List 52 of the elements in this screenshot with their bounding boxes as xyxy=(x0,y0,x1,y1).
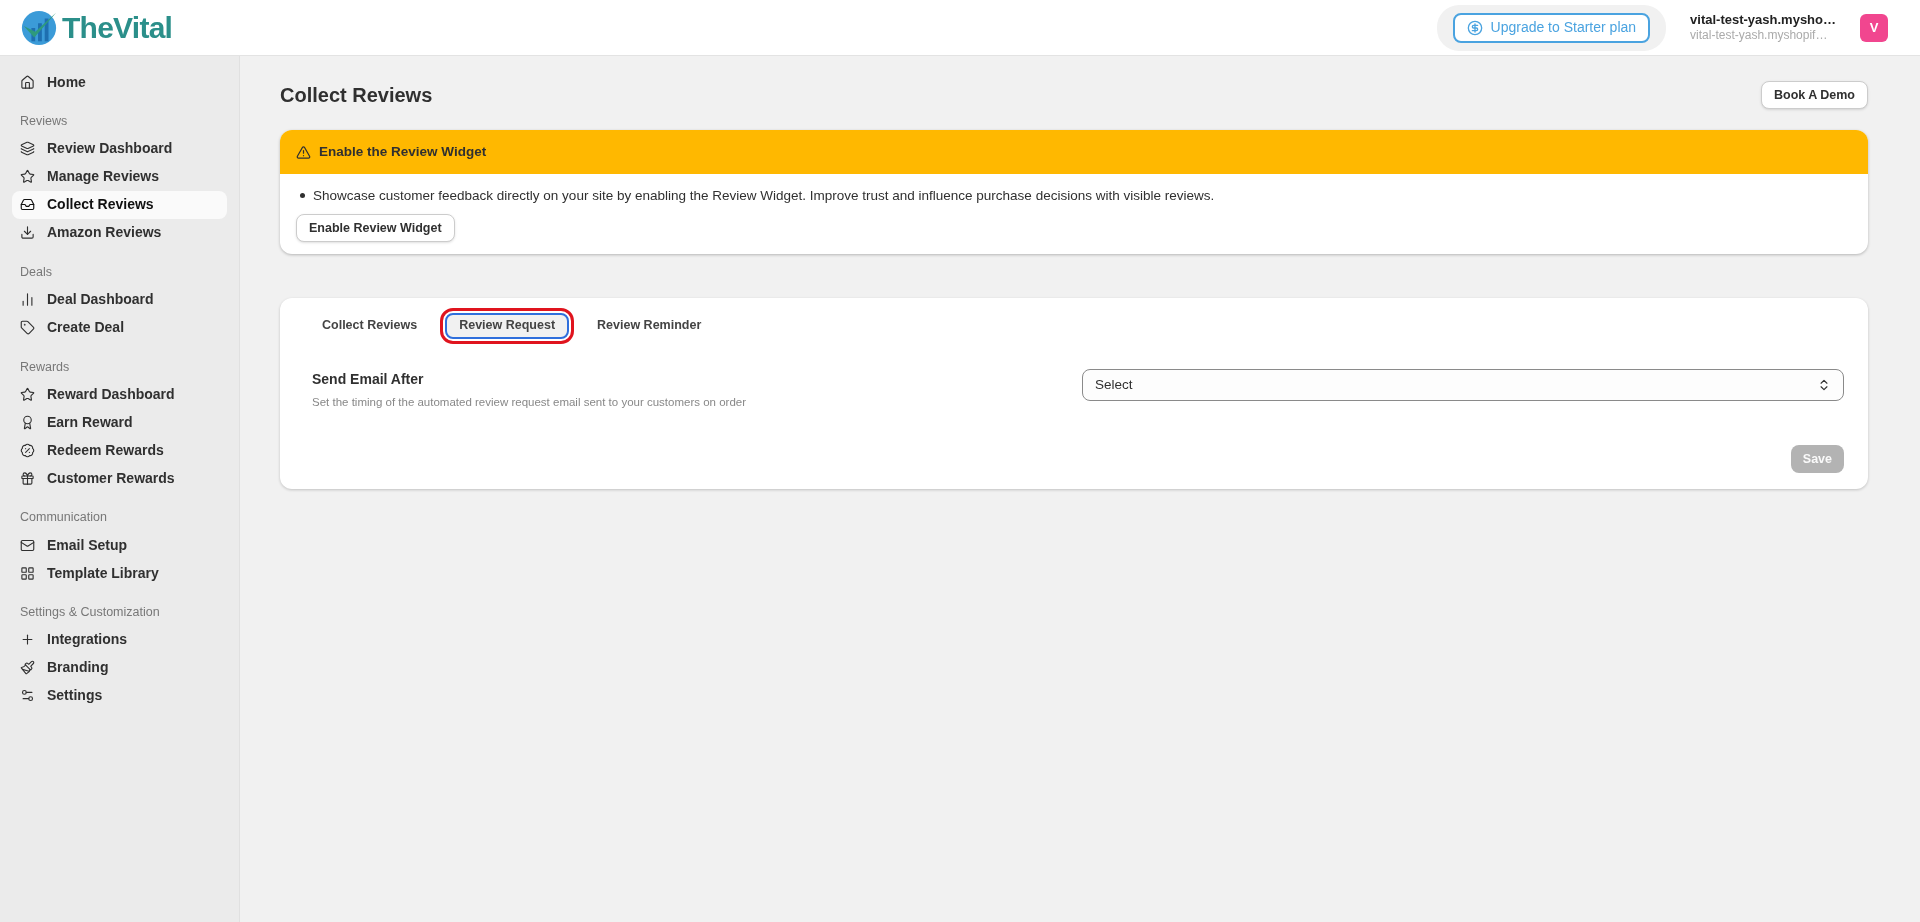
store-name: vital-test-yash.mysho… xyxy=(1690,11,1836,29)
sidebar-item[interactable]: Email Setup xyxy=(12,531,227,559)
select-field[interactable]: Select xyxy=(1082,368,1844,401)
inbox-icon xyxy=(20,197,35,213)
logo-text: TheVital xyxy=(62,10,173,46)
mail-icon xyxy=(20,537,35,553)
ribbon-icon xyxy=(20,414,35,430)
banner-title: Enable the Review Widget xyxy=(319,142,487,161)
sidebar-item[interactable]: Home xyxy=(12,68,227,96)
sidebar-item[interactable]: Reward Dashboard xyxy=(12,380,227,409)
plus-icon xyxy=(20,632,35,648)
store-domain: vital-test-yash.myshopif… xyxy=(1690,28,1829,44)
section-heading: Rewards xyxy=(19,358,71,376)
warning-icon xyxy=(296,144,311,160)
section-heading: Deals xyxy=(19,263,53,281)
stack-icon xyxy=(20,141,35,157)
banner-text: Showcase customer feedback directly on your site by enabling the Review Widget. Improve trust and influence purchase decisions with visible reviews. xyxy=(313,187,1215,205)
sidebar-item[interactable]: Customer Rewards xyxy=(12,464,227,493)
sidebar-item[interactable]: Settings xyxy=(12,681,227,710)
sidebar-item[interactable]: Branding xyxy=(12,653,227,682)
tab[interactable]: Review Reminder xyxy=(585,312,714,339)
sidebar-item[interactable]: Template Library xyxy=(12,559,227,587)
sidebar-item[interactable]: Amazon Reviews xyxy=(12,218,227,247)
sidebar-item[interactable]: Manage Reviews xyxy=(12,162,227,191)
setting-description: Set the timing of the automated review request email sent to your customers on order xyxy=(312,394,748,410)
tab[interactable]: Collect Reviews xyxy=(310,312,430,339)
sidebar-item[interactable]: Redeem Rewards xyxy=(12,436,227,465)
sidebar-item[interactable]: Earn Reward xyxy=(12,408,227,437)
section-heading: Communication xyxy=(19,509,108,527)
brush-icon xyxy=(20,660,35,676)
sidebar-item[interactable]: Create Deal xyxy=(12,313,227,342)
setting-label: Send Email After xyxy=(312,369,425,389)
gift-icon xyxy=(20,470,35,486)
sidebar-item[interactable]: Review Dashboard xyxy=(12,134,227,163)
home-icon xyxy=(20,74,35,90)
sidebar-item[interactable]: Deal Dashboard xyxy=(12,285,227,314)
bar-chart-icon xyxy=(20,292,35,307)
page-title: Collect Reviews xyxy=(280,83,433,108)
percent-icon xyxy=(20,442,35,458)
star-icon xyxy=(20,169,35,185)
book-demo-button[interactable]: Book A Demo xyxy=(1760,81,1868,109)
star-icon xyxy=(20,386,35,402)
tag-icon xyxy=(20,320,35,335)
sidebar-item[interactable]: Integrations xyxy=(12,625,227,654)
section-heading: Settings & Customization xyxy=(19,604,161,621)
download-icon xyxy=(20,225,35,241)
logo-icon xyxy=(20,8,58,47)
enable-widget-button[interactable]: Enable Review Widget xyxy=(296,214,455,243)
section-heading: Reviews xyxy=(19,113,69,130)
sidebar-item[interactable]: Collect Reviews xyxy=(12,190,227,219)
bullet-icon xyxy=(300,193,305,198)
dollar-icon xyxy=(1466,19,1483,36)
